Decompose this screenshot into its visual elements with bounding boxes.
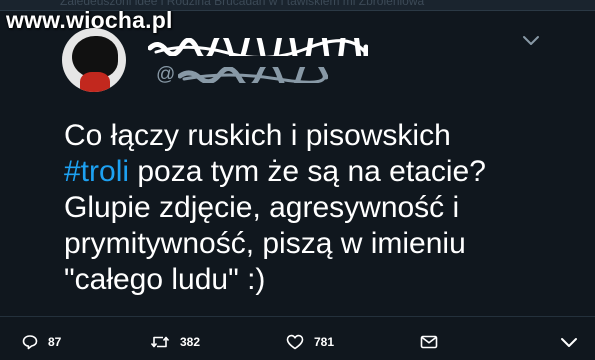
tweet-line-3: Glupie zdjęcie, agresywność i (64, 191, 460, 224)
like-count: 781 (314, 335, 335, 349)
actions-divider (0, 316, 595, 317)
reply-icon (22, 335, 38, 350)
handle-at-sign: @ (156, 64, 176, 85)
redacted-display-name[interactable] (148, 38, 368, 56)
reply-button[interactable]: 87 (22, 332, 61, 352)
mail-icon (420, 335, 438, 349)
retweet-count: 382 (180, 335, 201, 349)
heart-icon (286, 334, 304, 350)
chevron-down-icon[interactable] (522, 34, 540, 48)
redacted-handle (178, 67, 328, 83)
reply-count: 87 (48, 335, 62, 349)
hashtag-link[interactable]: #troli (64, 155, 129, 188)
tweet-line-5: "całego ludu" :) (64, 263, 266, 296)
tweet-line-2: #troli poza tym że są na etacie? (64, 154, 564, 190)
retweet-button[interactable]: 382 (150, 332, 200, 352)
direct-message-button[interactable] (420, 332, 438, 352)
chevron-down-icon (561, 338, 577, 347)
tweet-line-4: prymitywność, piszą w imieniu (64, 227, 466, 260)
like-button[interactable]: 781 (286, 332, 334, 352)
tweet-text: Co łączy ruskich i pisowskich #troli poz… (64, 118, 564, 298)
avatar-clothing (80, 72, 110, 92)
tweet-line-1: Co łączy ruskich i pisowskich (64, 119, 451, 152)
retweet-icon (150, 336, 170, 348)
more-button[interactable] (560, 332, 578, 352)
avatar[interactable] (62, 28, 126, 92)
tweet-line-2-text: poza tym że są na etacie? (129, 155, 486, 188)
